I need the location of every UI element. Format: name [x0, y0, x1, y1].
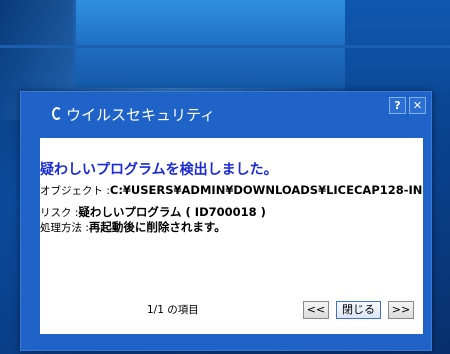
dialog-title: ウイルスセキュリティ — [66, 106, 216, 124]
desktop-divider — [0, 45, 450, 48]
risk-label: リスク : — [40, 207, 79, 219]
risk-row: リスク :疑わしいプログラム ( ID700018 ) — [40, 204, 266, 220]
detection-heading: 疑わしいプログラムを検出しました。 — [40, 162, 278, 178]
detection-panel: 疑わしいプログラムを検出しました。 オブジェクト :C:¥USERS¥ADMIN… — [40, 138, 423, 334]
security-logo-icon — [52, 107, 62, 120]
close-window-button[interactable]: ✕ — [409, 97, 426, 114]
desktop-window-pane — [75, 0, 345, 45]
method-value: 再起動後に削除されます。 — [88, 220, 226, 234]
previous-button[interactable]: << — [303, 301, 329, 319]
method-label: 処理方法 : — [40, 222, 89, 234]
dialog-titlebar: ウイルスセキュリティ ? ✕ — [21, 92, 431, 132]
item-counter: 1/1 の項目 — [147, 304, 199, 316]
object-label: オブジェクト : — [40, 185, 110, 197]
close-button[interactable]: 閉じる — [336, 301, 381, 319]
next-button[interactable]: >> — [388, 301, 414, 319]
method-row: 処理方法 :再起動後に削除されます。 — [40, 219, 226, 235]
risk-value: 疑わしいプログラム ( ID700018 ) — [78, 205, 266, 219]
object-value: C:¥USERS¥ADMIN¥DOWNLOADS¥LICECAP128-INS — [109, 183, 423, 197]
desktop-window-pane — [75, 48, 345, 88]
object-row: オブジェクト :C:¥USERS¥ADMIN¥DOWNLOADS¥LICECAP… — [40, 183, 423, 198]
help-button[interactable]: ? — [389, 97, 406, 114]
virus-security-dialog: ウイルスセキュリティ ? ✕ 疑わしいプログラムを検出しました。 オブジェクト … — [20, 91, 432, 351]
